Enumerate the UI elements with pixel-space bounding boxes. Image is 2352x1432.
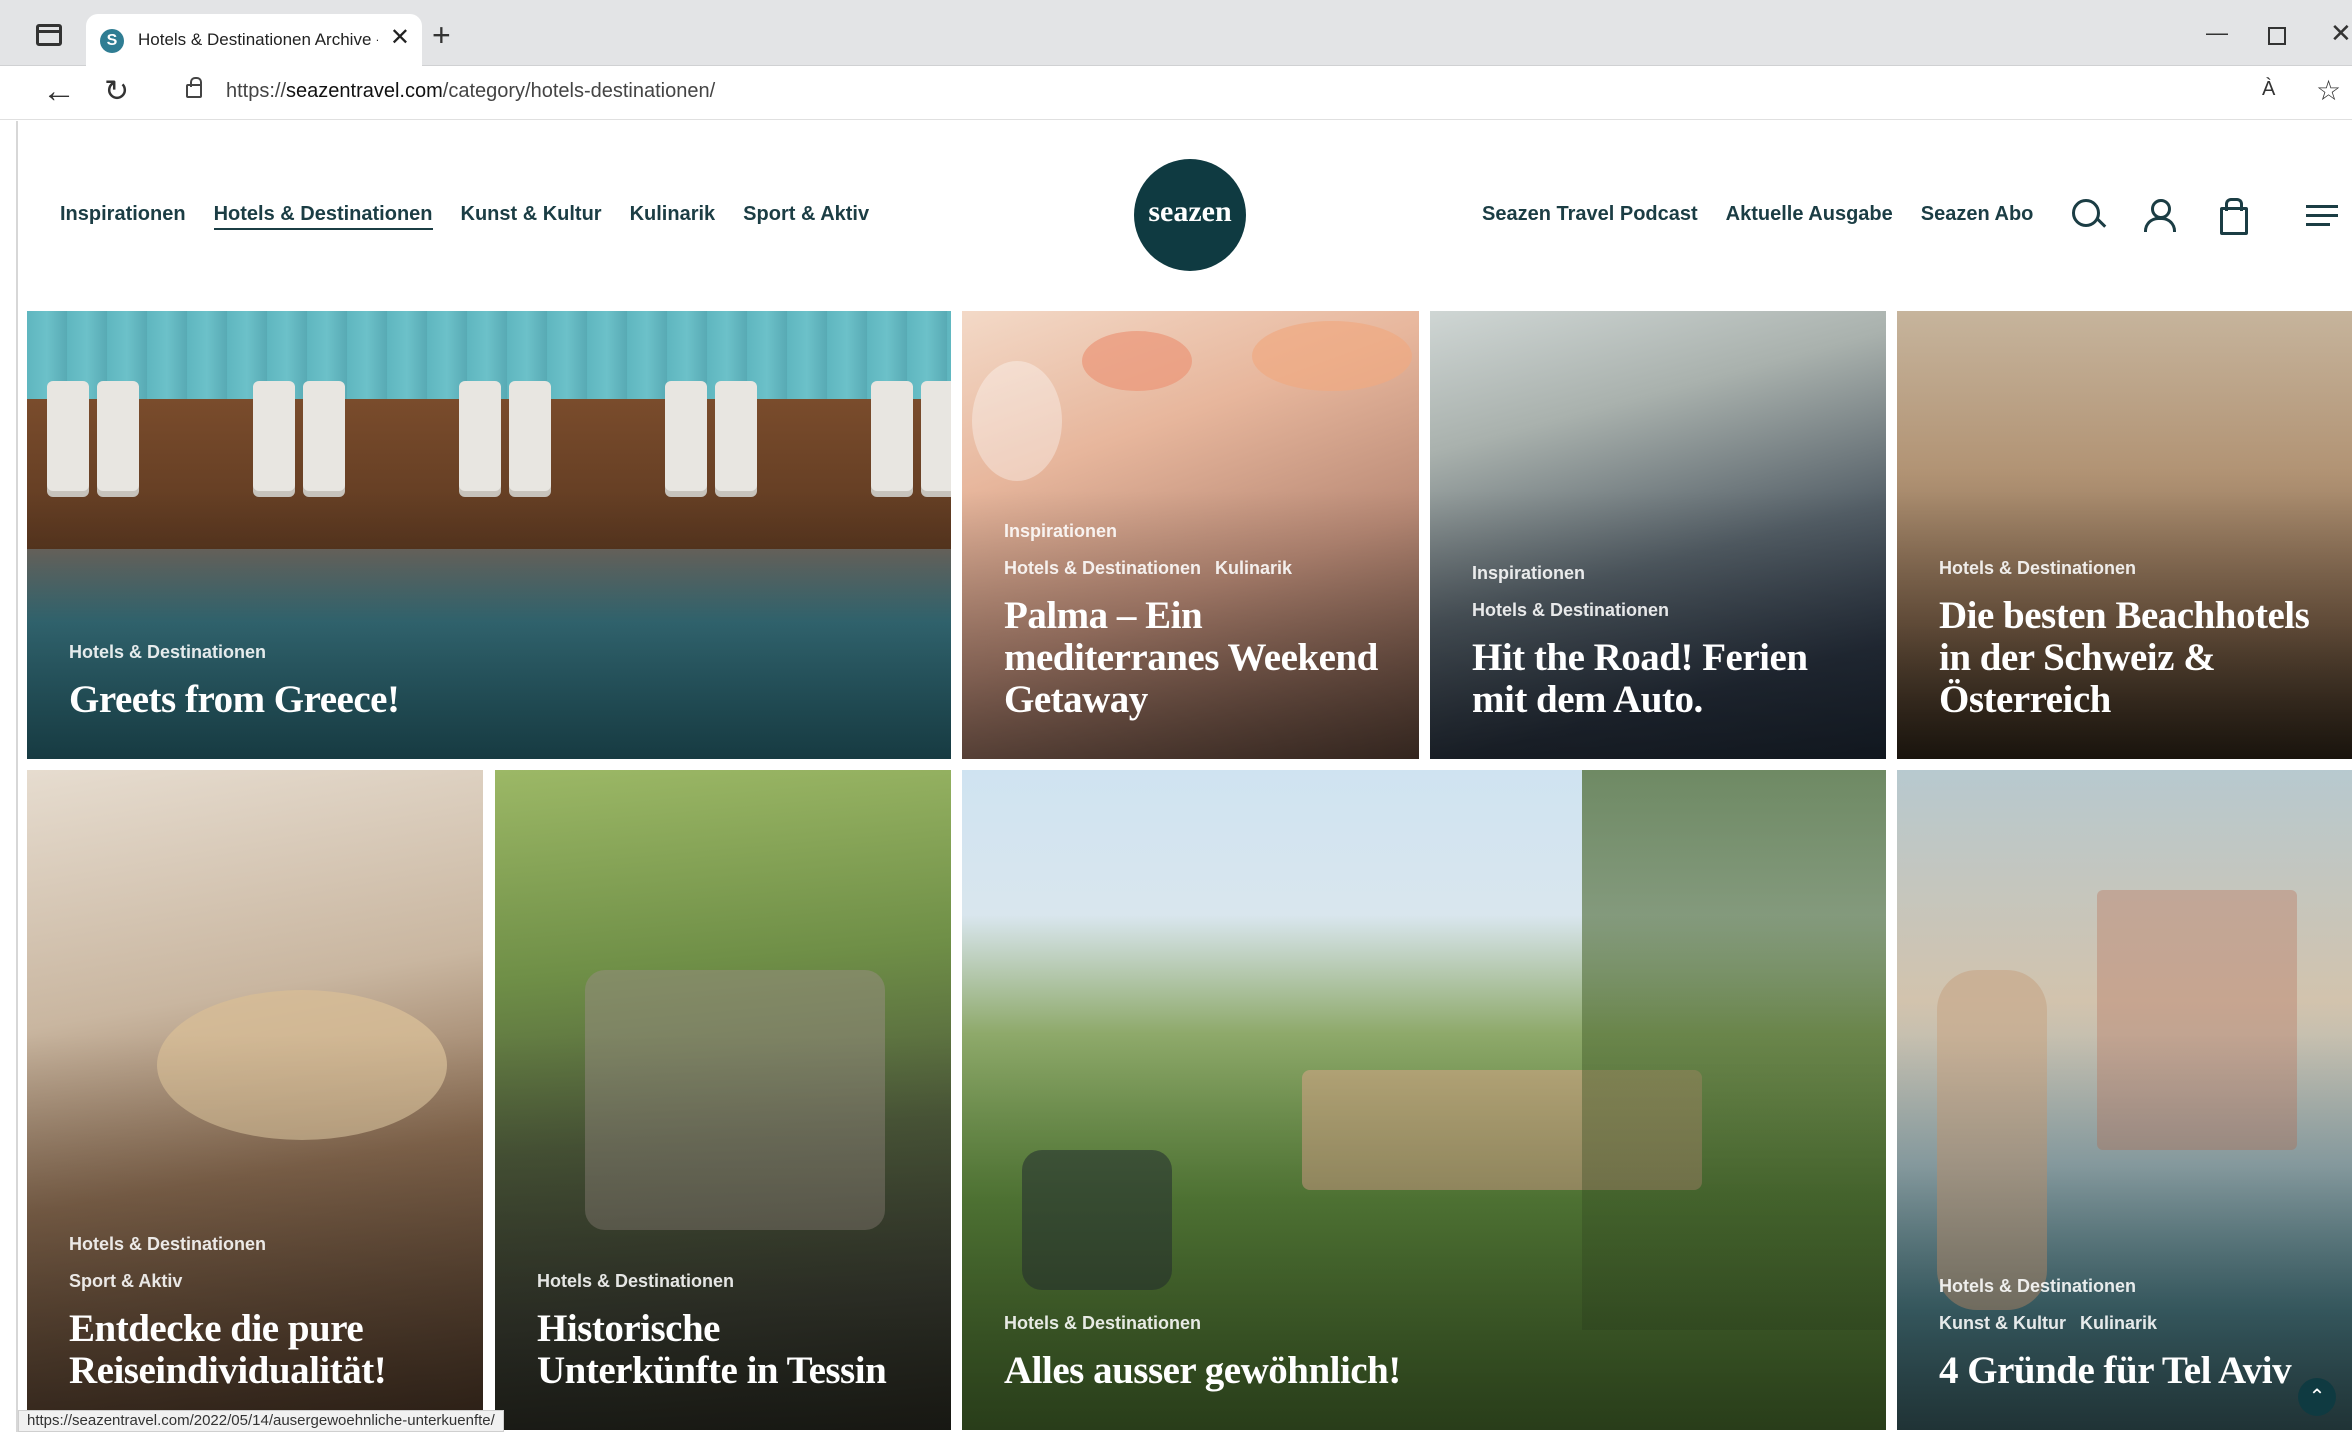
article-category[interactable]: Hotels & Destinationen (1472, 600, 1669, 621)
article-category[interactable]: Hotels & Destinationen (537, 1271, 734, 1292)
lock-icon[interactable] (186, 77, 202, 98)
article-category[interactable]: Hotels & Destinationen (69, 642, 266, 663)
reload-icon[interactable]: ↻ (104, 74, 129, 109)
article-card-palma[interactable]: Inspirationen Hotels & Destinationen Kul… (962, 311, 1419, 759)
article-category[interactable]: Kulinarik (1215, 558, 1292, 579)
article-category[interactable]: Hotels & Destinationen (1939, 1276, 2136, 1297)
tab-title: Hotels & Destinationen Archive - (138, 30, 378, 49)
favorite-star-icon[interactable]: ☆ (2316, 74, 2341, 107)
nav-sport-aktiv[interactable]: Sport & Aktiv (743, 203, 869, 230)
read-aloud-icon[interactable]: À (2262, 78, 2275, 101)
minimize-icon[interactable]: — (2206, 20, 2228, 46)
article-category[interactable]: Hotels & Destinationen (1939, 558, 2136, 579)
address-bar[interactable]: https://seazentravel.com/category/hotels… (226, 80, 715, 103)
nav-inspirationen[interactable]: Inspirationen (60, 203, 186, 230)
url-path: /category/hotels-destinationen/ (442, 80, 716, 102)
article-card-road[interactable]: Inspirationen Hotels & Destinationen Hit… (1430, 311, 1886, 759)
article-card-greece[interactable]: Hotels & Destinationen Greets from Greec… (27, 311, 951, 759)
nav-kulinarik[interactable]: Kulinarik (630, 203, 716, 230)
article-title[interactable]: Entdecke die pure Reiseindividualität! (69, 1308, 459, 1392)
nav-podcast[interactable]: Seazen Travel Podcast (1482, 203, 1698, 226)
shopping-bag-icon[interactable] (2212, 195, 2252, 235)
menu-icon[interactable] (2302, 195, 2342, 235)
url-host: seazentravel.com (286, 80, 443, 102)
article-card-alles-ausser-gewoehnlich[interactable]: Hotels & Destinationen Alles ausser gewö… (962, 770, 1886, 1430)
tab-close-icon[interactable]: ✕ (390, 26, 410, 50)
article-category[interactable]: Inspirationen (1004, 521, 1117, 542)
maximize-icon[interactable] (2268, 27, 2286, 45)
article-card-tel-aviv[interactable]: Hotels & Destinationen Kunst & Kultur Ku… (1897, 770, 2352, 1430)
secondary-nav: Seazen Travel Podcast Aktuelle Ausgabe S… (1482, 203, 2033, 226)
browser-tab-bar: S Hotels & Destinationen Archive - ✕ + —… (0, 0, 2352, 66)
article-category[interactable]: Kunst & Kultur (1939, 1313, 2066, 1334)
site-logo[interactable]: seazen (1134, 159, 1246, 271)
article-title[interactable]: Alles ausser gewöhnlich! (1004, 1350, 1862, 1392)
article-category[interactable]: Kulinarik (2080, 1313, 2157, 1334)
article-card-reiseindividualitaet[interactable]: Hotels & Destinationen Sport & Aktiv Ent… (27, 770, 483, 1430)
browser-toolbar: ← ↻ https://seazentravel.com/category/ho… (0, 66, 2352, 120)
url-scheme: https:// (226, 80, 287, 102)
new-tab-icon[interactable]: + (432, 19, 451, 51)
article-category[interactable]: Hotels & Destinationen (69, 1234, 266, 1255)
article-title[interactable]: Die besten Beachhotels in der Schweiz & … (1939, 595, 2328, 721)
status-bar-url: https://seazentravel.com/2022/05/14/ause… (18, 1410, 504, 1432)
article-title[interactable]: Historische Unterkünfte in Tessin (537, 1308, 927, 1392)
scroll-top-icon[interactable]: ⌃ (2298, 1378, 2336, 1416)
article-title[interactable]: Greets from Greece! (69, 679, 927, 721)
article-category[interactable]: Hotels & Destinationen (1004, 1313, 1201, 1334)
nav-kunst-kultur[interactable]: Kunst & Kultur (461, 203, 602, 230)
article-category[interactable]: Inspirationen (1472, 563, 1585, 584)
window-left-edge (16, 121, 18, 1432)
nav-aktuelle-ausgabe[interactable]: Aktuelle Ausgabe (1726, 203, 1893, 226)
search-icon[interactable] (2068, 195, 2108, 235)
account-icon[interactable] (2140, 195, 2180, 235)
back-arrow-icon[interactable]: ← (42, 72, 76, 111)
window-close-icon[interactable]: ✕ (2330, 20, 2352, 46)
article-title[interactable]: 4 Gründe für Tel Aviv (1939, 1350, 2328, 1392)
favicon-icon: S (100, 29, 124, 53)
sidebar-icon[interactable] (36, 24, 62, 46)
browser-tab-active[interactable]: S Hotels & Destinationen Archive - ✕ (86, 14, 422, 66)
article-card-beachhotels[interactable]: Hotels & Destinationen Die besten Beachh… (1897, 311, 2352, 759)
article-category[interactable]: Sport & Aktiv (69, 1271, 182, 1292)
nav-hotels-destinationen[interactable]: Hotels & Destinationen (213, 203, 433, 230)
article-category[interactable]: Hotels & Destinationen (1004, 558, 1201, 579)
article-card-tessin[interactable]: Hotels & Destinationen Historische Unter… (495, 770, 951, 1430)
nav-seazen-abo[interactable]: Seazen Abo (1921, 203, 2034, 226)
site-header: Inspirationen Hotels & Destinationen Kun… (18, 121, 2352, 311)
primary-nav: Inspirationen Hotels & Destinationen Kun… (60, 203, 869, 230)
article-title[interactable]: Palma – Ein mediterranes Weekend Getaway (1004, 595, 1395, 721)
article-title[interactable]: Hit the Road! Ferien mit dem Auto. (1472, 637, 1862, 721)
